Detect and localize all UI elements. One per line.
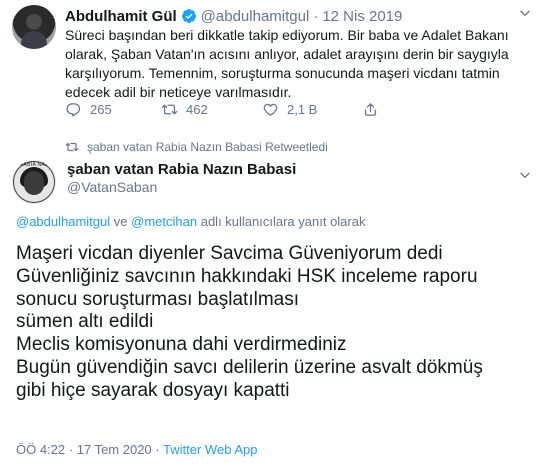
tweet-actions: 265 462 2,1 B bbox=[65, 98, 387, 120]
reply-connector: ve bbox=[113, 214, 128, 229]
tweet-text-line: Güvenliğiniz savcının hakkındaki HSK inc… bbox=[16, 265, 478, 287]
retweet-label-text: şaban vatan Rabia Nazın Babasi Retweetle… bbox=[87, 140, 328, 154]
tweet-text-line: Maşeri vicdan diyenler Savcima Güveniyor… bbox=[16, 243, 443, 264]
author-handle[interactable]: @abdulhamitgul bbox=[201, 8, 310, 25]
avatar-text: RABİA NAZ bbox=[19, 162, 49, 168]
tweet-text: Süreci başından beri dikkatle takip ediy… bbox=[65, 26, 535, 102]
retweet-count: 462 bbox=[186, 101, 208, 117]
share-button[interactable] bbox=[362, 101, 387, 118]
separator-dot: · bbox=[155, 442, 160, 457]
retweet-icon bbox=[161, 104, 178, 114]
chevron-down-icon[interactable] bbox=[518, 168, 532, 182]
tweet-time[interactable]: ÖÖ 4:22 bbox=[16, 442, 65, 457]
reply-count: 265 bbox=[90, 101, 112, 117]
avatar[interactable]: RABİA NAZ bbox=[12, 160, 56, 204]
tweet-text-line: Meclis komisyonuna dahi verdirmediniz bbox=[16, 334, 347, 356]
share-icon bbox=[364, 102, 377, 116]
tweet-text-line: sonucu soruşturması başlatılması bbox=[16, 288, 300, 310]
like-count: 2,1 B bbox=[287, 101, 318, 117]
mention-link[interactable]: @abdulhamitgul bbox=[16, 214, 110, 229]
retweet-icon bbox=[65, 142, 79, 152]
reply-button[interactable]: 265 bbox=[65, 101, 161, 118]
author-name[interactable]: Abdulhamit Gül bbox=[65, 8, 177, 25]
like-icon bbox=[263, 103, 278, 116]
separator-dot: · bbox=[313, 7, 319, 25]
author-name[interactable]: şaban vatan Rabia Nazın Babasi bbox=[67, 161, 296, 178]
verified-badge-icon bbox=[181, 9, 196, 23]
reply-icon bbox=[66, 102, 81, 117]
quoted-tweet[interactable]: Abdulhamit Gül @abdulhamitgul · 12 Nis 2… bbox=[0, 0, 546, 128]
tweet-text-line: Bugün güvendiğin savcı delilerin üzerine… bbox=[16, 356, 483, 378]
tweet-text-line: karşılıyorum. Temennim, soruşturma sonuc… bbox=[65, 65, 500, 81]
author-handle[interactable]: @VatanSaban bbox=[67, 179, 157, 195]
tweet-text: Maşeri vicdan diyenler Savcima Güveniyor… bbox=[16, 243, 536, 403]
tweet-date[interactable]: 12 Nis 2019 bbox=[322, 8, 402, 25]
tweet-text-line: Süreci başından beri dikkatle takip ediy… bbox=[65, 27, 509, 43]
tweet-text-line: olarak, Şaban Vatan'ın acısını anlıyor, … bbox=[65, 46, 509, 62]
tweet-meta: ÖÖ 4:22 · 17 Tem 2020 · Twitter Web App bbox=[16, 442, 257, 457]
tweet-text-line: sümen altı edildi bbox=[16, 311, 154, 333]
retweet-label[interactable]: şaban vatan Rabia Nazın Babasi Retweetle… bbox=[65, 138, 328, 156]
separator-dot: · bbox=[68, 442, 74, 457]
like-button[interactable]: 2,1 B bbox=[262, 101, 362, 118]
tweet-date[interactable]: 17 Tem 2020 bbox=[77, 442, 152, 457]
tweet-header: Abdulhamit Gül @abdulhamitgul · 12 Nis 2… bbox=[65, 6, 402, 26]
source-app-link[interactable]: Twitter Web App bbox=[163, 442, 257, 457]
reply-context: @abdulhamitgul ve @metcihan adlı kullanı… bbox=[16, 214, 365, 229]
retweet-button[interactable]: 462 bbox=[161, 101, 262, 118]
avatar[interactable] bbox=[12, 5, 56, 49]
reply-suffix: adlı kullanıcılara yanıt olarak bbox=[200, 214, 366, 229]
tweet-text-line: gibi hiçe sayarak dosyayı kapatti bbox=[16, 379, 290, 401]
chevron-down-icon[interactable] bbox=[518, 6, 532, 20]
mention-link[interactable]: @metcihan bbox=[131, 214, 197, 229]
